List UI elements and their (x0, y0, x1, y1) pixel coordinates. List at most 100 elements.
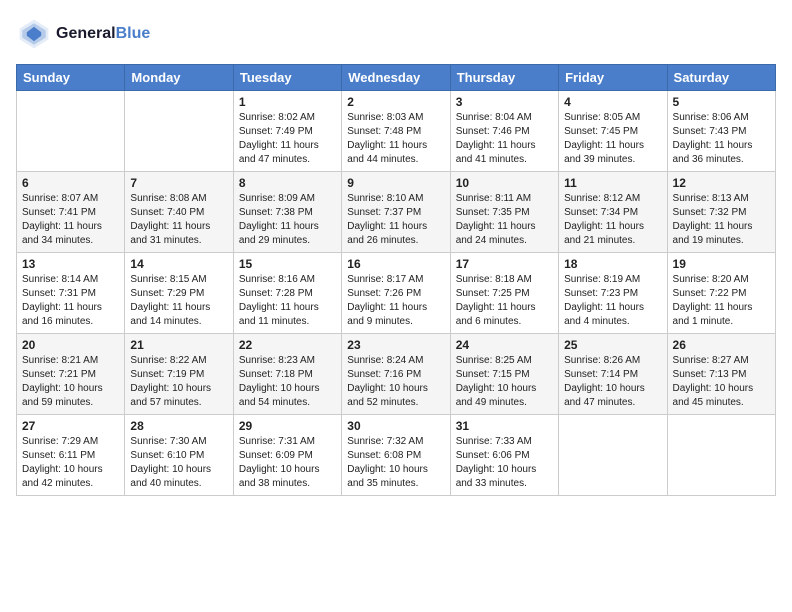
day-number: 2 (347, 95, 444, 109)
day-info: Sunrise: 7:32 AM Sunset: 6:08 PM Dayligh… (347, 435, 444, 491)
day-number: 8 (239, 176, 336, 190)
calendar-cell: 13 Sunrise: 8:14 AM Sunset: 7:31 PM Dayli… (17, 253, 125, 334)
day-number: 17 (456, 257, 553, 271)
logo: GeneralBlue (16, 16, 150, 52)
day-number: 27 (22, 419, 119, 433)
calendar-cell: 27 Sunrise: 7:29 AM Sunset: 6:11 PM Dayli… (17, 415, 125, 496)
calendar-cell: 28 Sunrise: 7:30 AM Sunset: 6:10 PM Dayli… (125, 415, 233, 496)
day-number: 16 (347, 257, 444, 271)
calendar-cell: 30 Sunrise: 7:32 AM Sunset: 6:08 PM Dayli… (342, 415, 450, 496)
day-info: Sunrise: 8:06 AM Sunset: 7:43 PM Dayligh… (673, 111, 770, 167)
day-number: 21 (130, 338, 227, 352)
calendar-cell: 23 Sunrise: 8:24 AM Sunset: 7:16 PM Dayli… (342, 334, 450, 415)
calendar-cell (125, 91, 233, 172)
day-info: Sunrise: 8:16 AM Sunset: 7:28 PM Dayligh… (239, 273, 336, 329)
calendar-cell: 8 Sunrise: 8:09 AM Sunset: 7:38 PM Daylig… (233, 172, 341, 253)
calendar-cell: 17 Sunrise: 8:18 AM Sunset: 7:25 PM Dayli… (450, 253, 558, 334)
day-number: 20 (22, 338, 119, 352)
day-info: Sunrise: 8:08 AM Sunset: 7:40 PM Dayligh… (130, 192, 227, 248)
day-number: 24 (456, 338, 553, 352)
day-info: Sunrise: 8:27 AM Sunset: 7:13 PM Dayligh… (673, 354, 770, 410)
day-header-thursday: Thursday (450, 65, 558, 91)
day-number: 19 (673, 257, 770, 271)
day-number: 28 (130, 419, 227, 433)
day-number: 18 (564, 257, 661, 271)
calendar-cell: 18 Sunrise: 8:19 AM Sunset: 7:23 PM Dayli… (559, 253, 667, 334)
day-info: Sunrise: 8:17 AM Sunset: 7:26 PM Dayligh… (347, 273, 444, 329)
day-info: Sunrise: 8:10 AM Sunset: 7:37 PM Dayligh… (347, 192, 444, 248)
calendar-cell: 31Sunrise: 7:33 AM Sunset: 6:06 PM Dayli… (450, 415, 558, 496)
calendar-table: SundayMondayTuesdayWednesdayThursdayFrid… (16, 64, 776, 496)
day-number: 1 (239, 95, 336, 109)
day-number: 30 (347, 419, 444, 433)
calendar-cell: 2 Sunrise: 8:03 AM Sunset: 7:48 PM Daylig… (342, 91, 450, 172)
calendar-cell: 7 Sunrise: 8:08 AM Sunset: 7:40 PM Daylig… (125, 172, 233, 253)
day-number: 14 (130, 257, 227, 271)
day-number: 26 (673, 338, 770, 352)
day-info: Sunrise: 8:07 AM Sunset: 7:41 PM Dayligh… (22, 192, 119, 248)
calendar-cell: 12Sunrise: 8:13 AM Sunset: 7:32 PM Dayli… (667, 172, 775, 253)
day-info: Sunrise: 8:21 AM Sunset: 7:21 PM Dayligh… (22, 354, 119, 410)
day-info: Sunrise: 8:25 AM Sunset: 7:15 PM Dayligh… (456, 354, 553, 410)
day-info: Sunrise: 8:09 AM Sunset: 7:38 PM Dayligh… (239, 192, 336, 248)
day-number: 13 (22, 257, 119, 271)
day-info: Sunrise: 8:03 AM Sunset: 7:48 PM Dayligh… (347, 111, 444, 167)
day-info: Sunrise: 8:20 AM Sunset: 7:22 PM Dayligh… (673, 273, 770, 329)
calendar-week-row: 1 Sunrise: 8:02 AM Sunset: 7:49 PM Daylig… (17, 91, 776, 172)
day-info: Sunrise: 8:26 AM Sunset: 7:14 PM Dayligh… (564, 354, 661, 410)
logo-text: GeneralBlue (56, 25, 150, 43)
day-info: Sunrise: 8:14 AM Sunset: 7:31 PM Dayligh… (22, 273, 119, 329)
day-number: 7 (130, 176, 227, 190)
day-number: 5 (673, 95, 770, 109)
day-info: Sunrise: 8:04 AM Sunset: 7:46 PM Dayligh… (456, 111, 553, 167)
calendar-week-row: 13 Sunrise: 8:14 AM Sunset: 7:31 PM Dayli… (17, 253, 776, 334)
calendar-week-row: 27 Sunrise: 7:29 AM Sunset: 6:11 PM Dayli… (17, 415, 776, 496)
day-number: 23 (347, 338, 444, 352)
day-info: Sunrise: 8:15 AM Sunset: 7:29 PM Dayligh… (130, 273, 227, 329)
day-header-wednesday: Wednesday (342, 65, 450, 91)
logo-icon (16, 16, 52, 52)
page-header: GeneralBlue (16, 16, 776, 52)
day-header-monday: Monday (125, 65, 233, 91)
day-number: 22 (239, 338, 336, 352)
calendar-cell: 15 Sunrise: 8:16 AM Sunset: 7:28 PM Dayli… (233, 253, 341, 334)
calendar-cell (559, 415, 667, 496)
day-info: Sunrise: 7:33 AM Sunset: 6:06 PM Dayligh… (456, 435, 553, 491)
calendar-header-row: SundayMondayTuesdayWednesdayThursdayFrid… (17, 65, 776, 91)
calendar-cell (17, 91, 125, 172)
calendar-cell: 21 Sunrise: 8:22 AM Sunset: 7:19 PM Dayli… (125, 334, 233, 415)
day-header-saturday: Saturday (667, 65, 775, 91)
day-header-tuesday: Tuesday (233, 65, 341, 91)
calendar-cell: 3 Sunrise: 8:04 AM Sunset: 7:46 PM Daylig… (450, 91, 558, 172)
calendar-cell: 22 Sunrise: 8:23 AM Sunset: 7:18 PM Dayli… (233, 334, 341, 415)
calendar-cell: 14 Sunrise: 8:15 AM Sunset: 7:29 PM Dayli… (125, 253, 233, 334)
day-number: 3 (456, 95, 553, 109)
calendar-cell: 4Sunrise: 8:05 AM Sunset: 7:45 PM Daylig… (559, 91, 667, 172)
calendar-cell: 1 Sunrise: 8:02 AM Sunset: 7:49 PM Daylig… (233, 91, 341, 172)
day-info: Sunrise: 8:02 AM Sunset: 7:49 PM Dayligh… (239, 111, 336, 167)
day-header-friday: Friday (559, 65, 667, 91)
day-info: Sunrise: 8:22 AM Sunset: 7:19 PM Dayligh… (130, 354, 227, 410)
day-info: Sunrise: 8:18 AM Sunset: 7:25 PM Dayligh… (456, 273, 553, 329)
day-header-sunday: Sunday (17, 65, 125, 91)
calendar-cell: 19 Sunrise: 8:20 AM Sunset: 7:22 PM Dayli… (667, 253, 775, 334)
day-number: 15 (239, 257, 336, 271)
day-info: Sunrise: 7:29 AM Sunset: 6:11 PM Dayligh… (22, 435, 119, 491)
calendar-cell: 6Sunrise: 8:07 AM Sunset: 7:41 PM Daylig… (17, 172, 125, 253)
day-info: Sunrise: 8:23 AM Sunset: 7:18 PM Dayligh… (239, 354, 336, 410)
day-info: Sunrise: 8:24 AM Sunset: 7:16 PM Dayligh… (347, 354, 444, 410)
calendar-cell: 29Sunrise: 7:31 AM Sunset: 6:09 PM Dayli… (233, 415, 341, 496)
calendar-cell: 24 Sunrise: 8:25 AM Sunset: 7:15 PM Dayli… (450, 334, 558, 415)
day-info: Sunrise: 8:12 AM Sunset: 7:34 PM Dayligh… (564, 192, 661, 248)
calendar-week-row: 6Sunrise: 8:07 AM Sunset: 7:41 PM Daylig… (17, 172, 776, 253)
day-info: Sunrise: 8:19 AM Sunset: 7:23 PM Dayligh… (564, 273, 661, 329)
day-info: Sunrise: 7:30 AM Sunset: 6:10 PM Dayligh… (130, 435, 227, 491)
calendar-cell: 20 Sunrise: 8:21 AM Sunset: 7:21 PM Dayli… (17, 334, 125, 415)
day-info: Sunrise: 8:05 AM Sunset: 7:45 PM Dayligh… (564, 111, 661, 167)
day-info: Sunrise: 7:31 AM Sunset: 6:09 PM Dayligh… (239, 435, 336, 491)
day-info: Sunrise: 8:13 AM Sunset: 7:32 PM Dayligh… (673, 192, 770, 248)
calendar-cell (667, 415, 775, 496)
calendar-week-row: 20 Sunrise: 8:21 AM Sunset: 7:21 PM Dayli… (17, 334, 776, 415)
calendar-cell: 5 Sunrise: 8:06 AM Sunset: 7:43 PM Daylig… (667, 91, 775, 172)
day-number: 11 (564, 176, 661, 190)
